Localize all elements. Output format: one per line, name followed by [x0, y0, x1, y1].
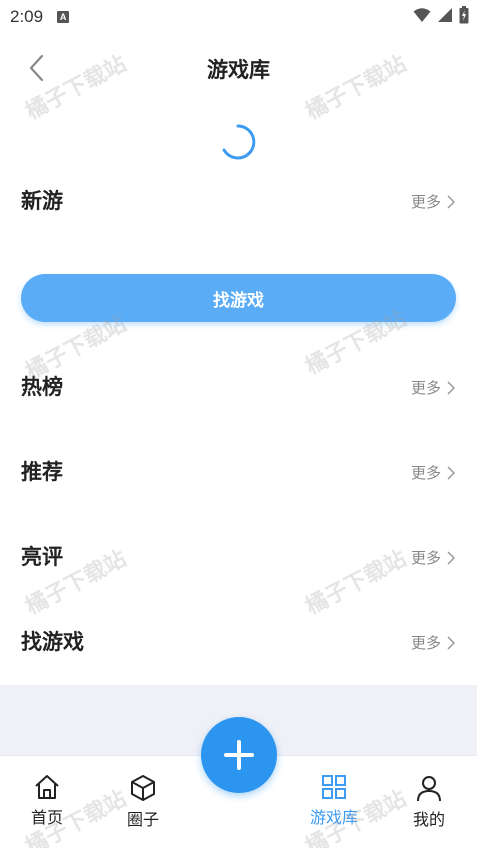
tab-game-library[interactable]: 游戏库: [299, 774, 369, 828]
status-icons: [413, 6, 469, 24]
section-title: 热榜: [21, 375, 63, 399]
more-label: 更多: [410, 379, 441, 397]
tab-label: 游戏库: [309, 808, 358, 827]
page-title: 游戏库: [207, 58, 270, 82]
home-icon: [35, 775, 59, 799]
section-reviews: 亮评 更多: [0, 537, 477, 577]
notification-a-icon: A: [57, 11, 70, 23]
status-time: 2:09: [10, 7, 44, 26]
chevron-right-icon: [447, 635, 455, 650]
section-hot-list: 热榜 更多: [0, 367, 477, 407]
section-title: 推荐: [21, 460, 63, 484]
section-new-games: 新游 更多: [0, 181, 477, 221]
more-link[interactable]: 更多: [411, 462, 455, 483]
cube-icon: [131, 775, 155, 801]
chevron-right-icon: [447, 380, 455, 395]
tab-circle[interactable]: 圈子: [108, 774, 178, 830]
more-link[interactable]: 更多: [411, 191, 455, 212]
grid-icon: [322, 775, 346, 799]
section-recommended: 推荐 更多: [0, 452, 477, 492]
chevron-right-icon: [447, 465, 455, 480]
tab-label: 首页: [30, 808, 63, 827]
more-link[interactable]: 更多: [411, 377, 455, 398]
loading-spinner-icon: [222, 124, 256, 160]
battery-icon: [459, 6, 469, 24]
more-label: 更多: [410, 193, 441, 211]
status-bar: 2:09 A: [0, 0, 477, 34]
more-label: 更多: [410, 634, 441, 652]
section-find-games: 找游戏 更多: [0, 622, 477, 662]
plus-icon: [224, 740, 254, 770]
signal-icon: [438, 8, 452, 22]
section-title: 新游: [21, 189, 63, 213]
tab-home[interactable]: 首页: [12, 774, 82, 828]
find-games-button[interactable]: 找游戏: [21, 274, 456, 322]
more-link[interactable]: 更多: [411, 547, 455, 568]
nav-bar: 游戏库: [0, 40, 477, 96]
tab-label: 我的: [412, 810, 445, 829]
more-link[interactable]: 更多: [411, 632, 455, 653]
add-button[interactable]: [201, 717, 277, 793]
more-label: 更多: [410, 549, 441, 567]
section-title: 找游戏: [21, 630, 84, 654]
wifi-icon: [413, 8, 431, 22]
person-icon: [417, 776, 441, 802]
chevron-right-icon: [447, 194, 455, 209]
tab-label: 圈子: [126, 810, 159, 829]
chevron-right-icon: [447, 550, 455, 565]
tab-mine[interactable]: 我的: [394, 774, 464, 830]
more-label: 更多: [410, 464, 441, 482]
section-title: 亮评: [21, 545, 63, 569]
